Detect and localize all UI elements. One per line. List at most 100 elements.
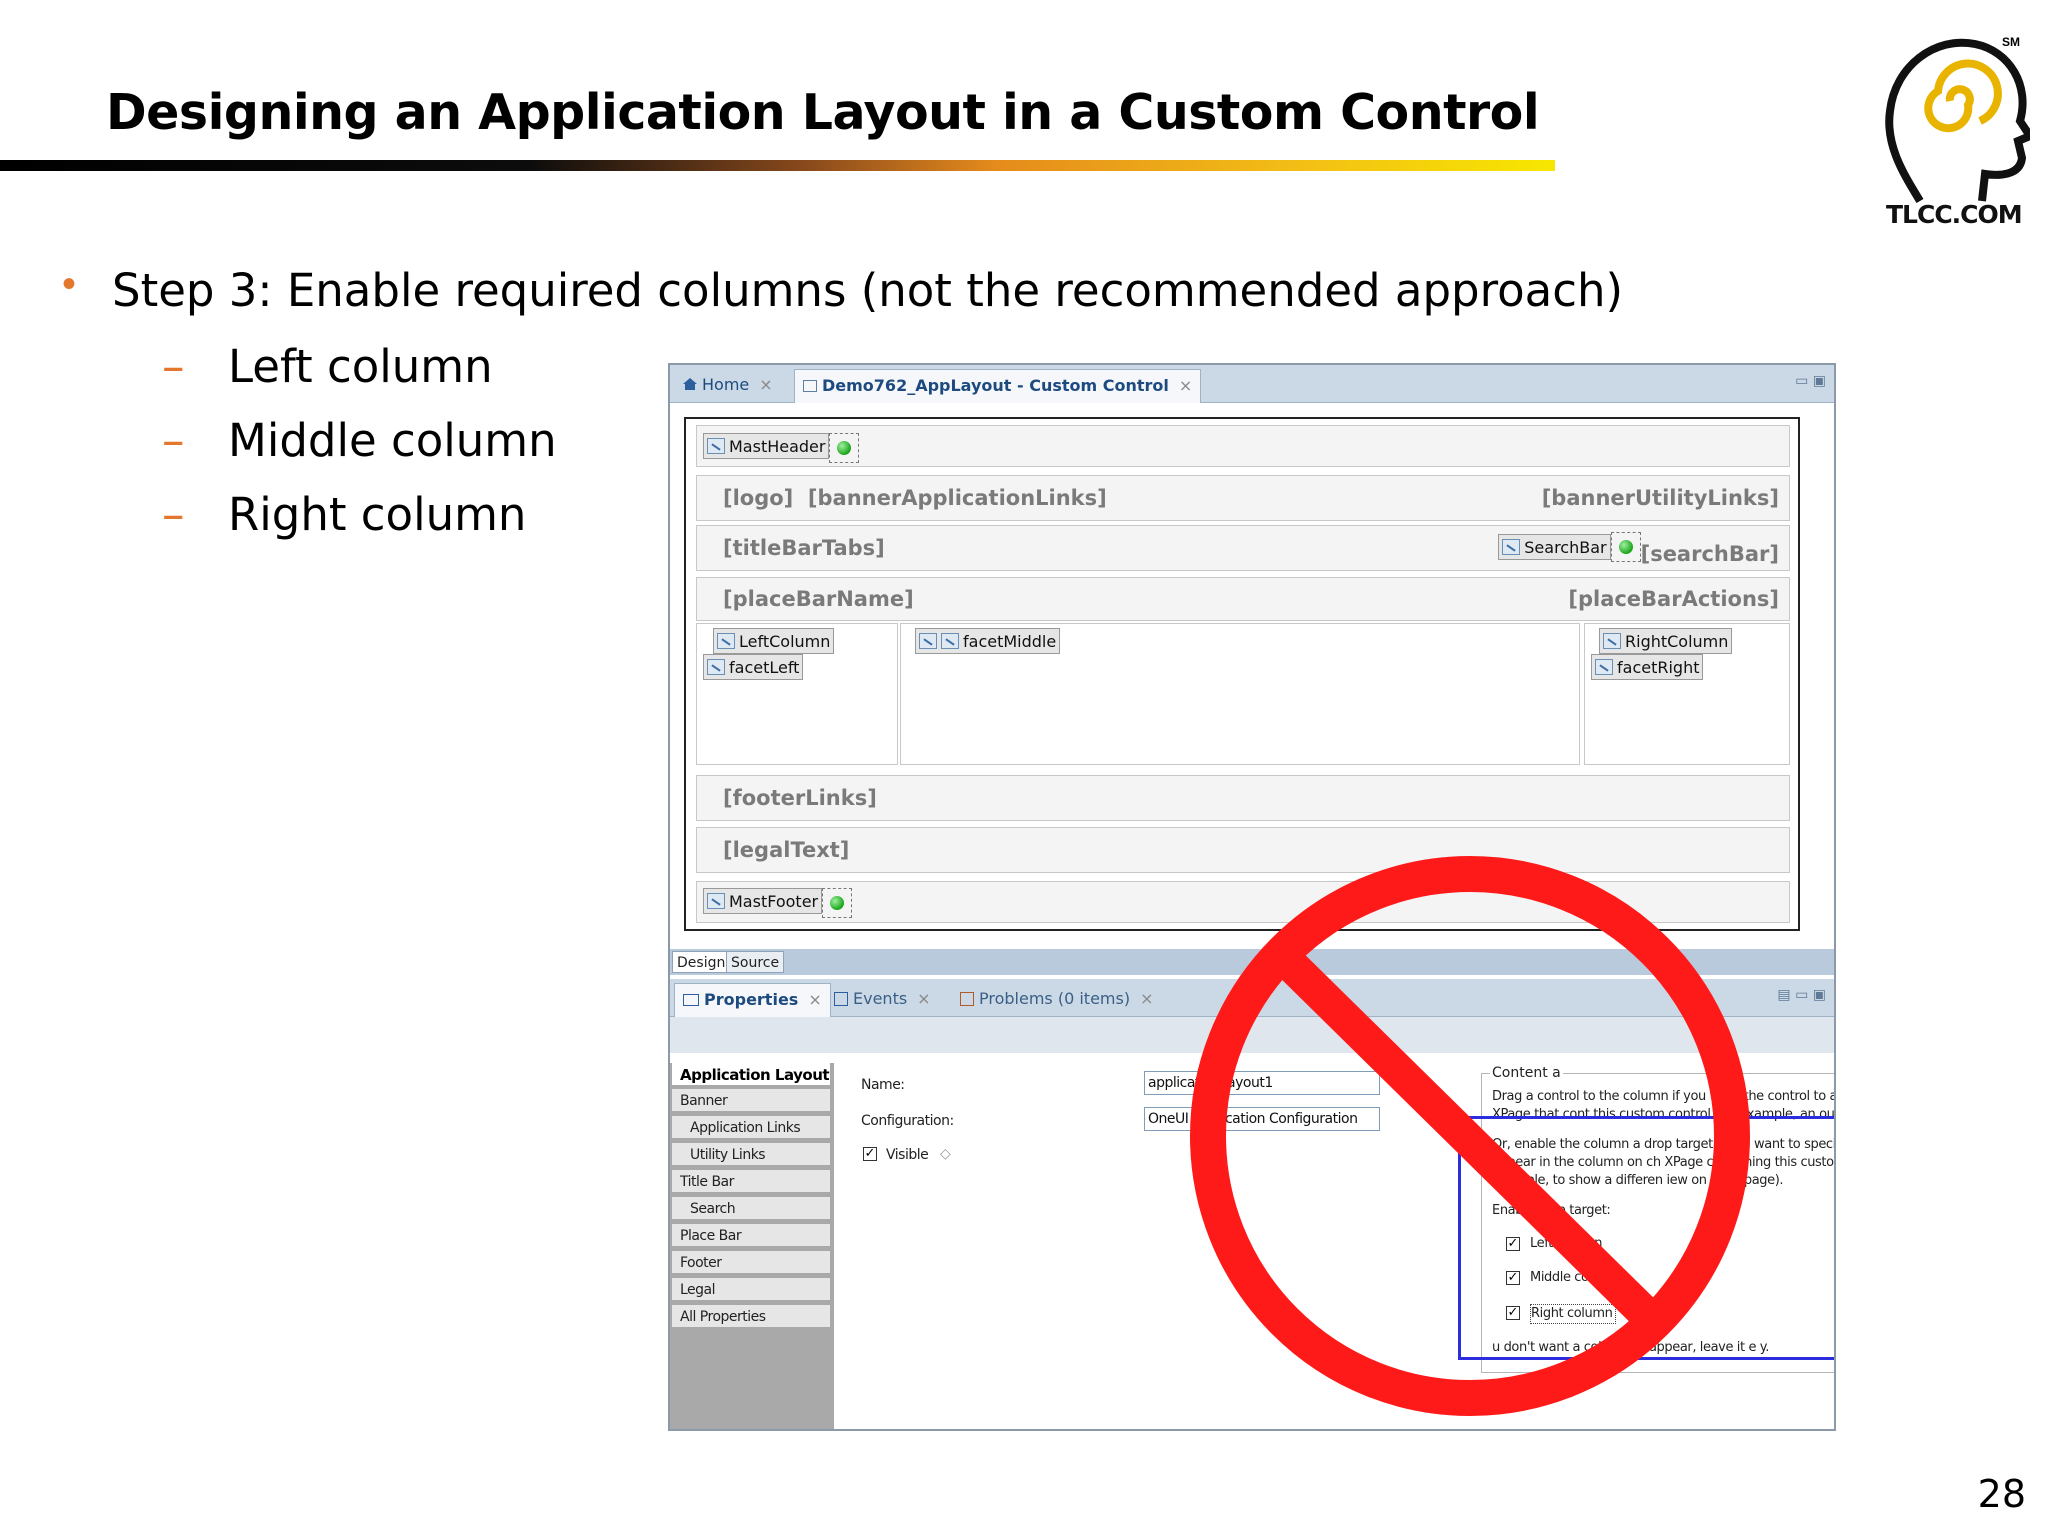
facet-right[interactable]: facetRight [1591,654,1704,680]
footer-links-facet[interactable]: [footerLinks] [723,786,877,810]
search-bar-facet[interactable]: [searchBar] [1641,542,1779,566]
tab-properties[interactable]: Properties × [674,983,831,1017]
facet-middle[interactable]: facetMiddle [915,628,1061,654]
nav-search[interactable]: Search [672,1197,830,1221]
nav-title-bar[interactable]: Title Bar [672,1170,830,1194]
tab-label: Home [702,375,750,394]
close-icon[interactable]: × [1140,989,1153,1008]
diamond-icon[interactable]: ◇ [940,1146,951,1162]
minimize-maximize-icon[interactable]: ▤ ▭ ▣ [1777,987,1826,1003]
banner-utility-links-facet[interactable]: [bannerUtilityLinks] [1542,486,1779,510]
sub-bullet-middle: – Middle column [162,414,557,467]
mastfooter-control[interactable]: MastFooter [703,888,853,918]
green-status-icon [1610,532,1641,562]
slide-title: Designing an Application Layout in a Cus… [106,84,1540,141]
custom-control-icon [1595,659,1613,675]
tab-events[interactable]: Events × [826,983,939,1017]
close-icon[interactable]: × [917,989,930,1008]
visible-checkbox[interactable]: ✓ [863,1147,877,1161]
masthead-band: MastHeader [696,425,1790,467]
events-icon [834,992,848,1006]
configuration-select[interactable]: OneUI Application Configuration [1144,1107,1380,1131]
nav-banner[interactable]: Banner [672,1089,830,1113]
highlight-box [1458,1116,1834,1360]
design-source-tabs: Design Source [670,949,1834,975]
properties-icon [683,994,699,1006]
configuration-label: Configuration: [861,1113,954,1129]
tab-source[interactable]: Source [726,951,785,973]
leftcolumn-label: LeftColumn [739,631,831,651]
home-icon [683,378,697,390]
left-column-area[interactable]: LeftColumn facetLeft [696,623,898,765]
green-status-icon [822,888,853,918]
close-icon[interactable]: × [1179,376,1192,395]
leftcolumn-control[interactable]: LeftColumn [713,628,835,654]
visible-label: Visible [886,1147,929,1163]
close-icon[interactable]: × [759,375,772,394]
custom-control-icon [707,659,725,675]
tab-home[interactable]: Home × [674,369,781,403]
custom-control-icon [707,438,725,454]
facet-left[interactable]: facetLeft [703,654,804,680]
legal-text-facet[interactable]: [legalText] [723,838,849,862]
footer-band: [footerLinks] [696,775,1790,821]
sub-bullet-label: Right column [228,488,527,541]
place-bar-name-facet[interactable]: [placeBarName] [723,587,914,611]
custom-control-icon [919,633,937,649]
sub-bullet-label: Left column [228,340,493,393]
tab-label: Demo762_AppLayout - Custom Control [822,376,1169,395]
mastfooter-band: MastFooter [696,881,1790,923]
designer-screenshot: Home × Demo762_AppLayout - Custom Control… [668,363,1836,1431]
banner-band: [logo] [bannerApplicationLinks] [bannerU… [696,475,1790,521]
text-line: Drag a control to the column if you want… [1492,1089,1834,1104]
tab-label: Properties [704,990,799,1009]
tab-custom-control[interactable]: Demo762_AppLayout - Custom Control × [794,369,1202,403]
minimize-maximize-icon[interactable]: ▭ ▣ [1795,373,1826,389]
rightcolumn-control[interactable]: RightColumn [1599,628,1733,654]
banner-app-links-facet[interactable]: [bannerApplicationLinks] [808,486,1107,510]
title-bar-band: [titleBarTabs] SearchBar [searchBar] [696,525,1790,571]
custom-control-icon [717,633,735,649]
searchbar-control[interactable]: SearchBar [1498,534,1611,560]
nav-footer[interactable]: Footer [672,1251,830,1275]
sub-bullet-left: – Left column [162,340,493,393]
mastheader-control[interactable]: MastHeader [703,433,860,463]
nav-all-properties[interactable]: All Properties [672,1305,830,1329]
sub-bullet-right: – Right column [162,488,526,541]
name-input[interactable]: applicationLayout1 [1144,1071,1380,1095]
custom-control-icon [803,380,817,392]
properties-nav: Application Layout Banner Application Li… [670,1063,834,1429]
problems-icon [960,992,974,1006]
step-bullet: Step 3: Enable required columns (not the… [112,264,1624,317]
tab-design[interactable]: Design [672,951,731,973]
close-icon[interactable]: × [808,990,821,1009]
tab-problems[interactable]: Problems (0 items) × [952,983,1161,1017]
nav-utility-links[interactable]: Utility Links [672,1143,830,1167]
logo-text: TLCC.COM [1886,200,2023,229]
facet-right-label: facetRight [1617,657,1700,677]
nav-application-layout[interactable]: Application Layout [672,1063,830,1087]
page-number: 28 [1977,1472,2026,1516]
logo-facet[interactable]: [logo] [723,486,793,510]
logo-mark: SM [2002,35,2020,49]
facet-middle-label: facetMiddle [963,631,1057,651]
nav-application-links[interactable]: Application Links [672,1116,830,1140]
nav-legal[interactable]: Legal [672,1278,830,1302]
place-bar-actions-facet[interactable]: [placeBarActions] [1568,587,1779,611]
mastheader-label: MastHeader [729,436,826,456]
content-area-title: Content a [1490,1065,1563,1081]
nav-place-bar[interactable]: Place Bar [672,1224,830,1248]
right-column-area[interactable]: RightColumn facetRight [1584,623,1790,765]
custom-control-icon [1502,539,1521,555]
search-bar-area: SearchBar [searchBar] [1498,532,1779,566]
title-bar-tabs-facet[interactable]: [titleBarTabs] [723,536,885,560]
dash: – [162,488,185,541]
dash: – [162,414,185,467]
place-bar-band: [placeBarName] [placeBarActions] [696,577,1790,621]
middle-column-area[interactable]: facetMiddle [900,623,1580,765]
custom-control-icon [941,633,959,649]
legal-band: [legalText] [696,827,1790,873]
custom-control-icon [707,893,725,909]
dash: – [162,340,185,393]
tab-label: Events [853,989,908,1008]
